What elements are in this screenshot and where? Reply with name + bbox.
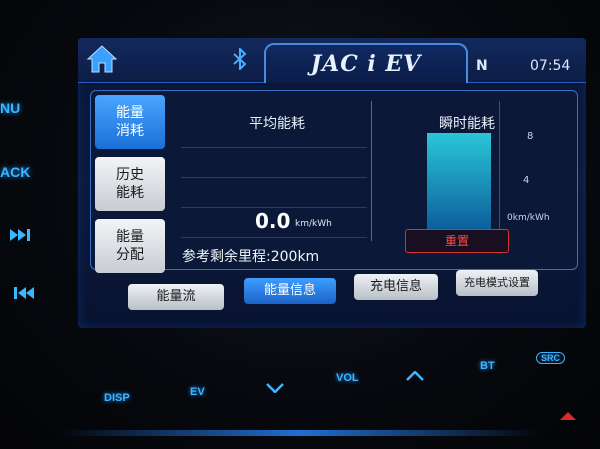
console-light-strip xyxy=(60,430,540,436)
ev-key[interactable]: EV xyxy=(190,386,205,398)
infotainment-screen: JAC i EV N 07:54 能量 消耗 历史 能耗 能量 分配 平均能耗 … xyxy=(78,38,586,328)
tab-energy-distribution[interactable]: 能量 分配 xyxy=(95,219,165,273)
average-consumption-value: 0.0 xyxy=(255,209,291,233)
tab-energy-consumption[interactable]: 能量 消耗 xyxy=(95,95,165,149)
energy-info-button[interactable]: 能量信息 xyxy=(244,278,336,304)
tick-label: 4 xyxy=(523,175,530,186)
average-consumption-title: 平均能耗 xyxy=(249,116,305,132)
tick-label: 0km/kWh xyxy=(507,213,550,223)
charging-info-button[interactable]: 充电信息 xyxy=(354,274,438,300)
tick-label: 8 xyxy=(527,131,534,142)
back-key[interactable]: ACK xyxy=(0,164,30,180)
remaining-range: 参考剩余里程:200km xyxy=(182,249,320,265)
menu-key[interactable]: NU xyxy=(0,100,20,116)
grid-line xyxy=(181,207,367,208)
reset-button[interactable]: 重置 xyxy=(405,229,509,253)
charging-mode-settings-button[interactable]: 充电模式设置 xyxy=(456,270,538,296)
chevron-down-icon[interactable] xyxy=(266,378,284,397)
tab-history-consumption[interactable]: 历史 能耗 xyxy=(95,157,165,211)
instant-bar-track xyxy=(427,131,491,229)
grid-line xyxy=(181,177,367,178)
bt-key[interactable]: BT xyxy=(480,360,495,372)
skip-forward-icon[interactable] xyxy=(10,226,32,245)
clock: 07:54 xyxy=(530,58,571,74)
skip-back-icon[interactable] xyxy=(14,284,36,303)
src-key[interactable]: SRC xyxy=(536,352,566,364)
home-icon[interactable] xyxy=(86,44,118,74)
bluetooth-icon xyxy=(232,46,248,74)
vol-key[interactable]: VOL xyxy=(336,372,359,384)
gear-indicator: N xyxy=(476,58,488,74)
grid-line xyxy=(181,147,367,148)
divider xyxy=(371,101,372,241)
chevron-up-icon[interactable] xyxy=(406,366,424,385)
hazard-indicator-icon xyxy=(560,412,576,420)
instant-consumption-bar xyxy=(427,133,491,229)
grid-line xyxy=(181,237,367,238)
page-title: JAC i EV xyxy=(264,43,468,83)
top-bar: JAC i EV N 07:54 xyxy=(78,38,586,83)
average-consumption-unit: km/kWh xyxy=(295,219,332,229)
disp-key[interactable]: DISP xyxy=(104,392,130,404)
energy-panel: 能量 消耗 历史 能耗 能量 分配 平均能耗 0.0 km/kWh 瞬时能耗 8… xyxy=(90,90,578,273)
instant-consumption-title: 瞬时能耗 xyxy=(439,116,495,132)
energy-flow-button[interactable]: 能量流 xyxy=(128,284,224,310)
